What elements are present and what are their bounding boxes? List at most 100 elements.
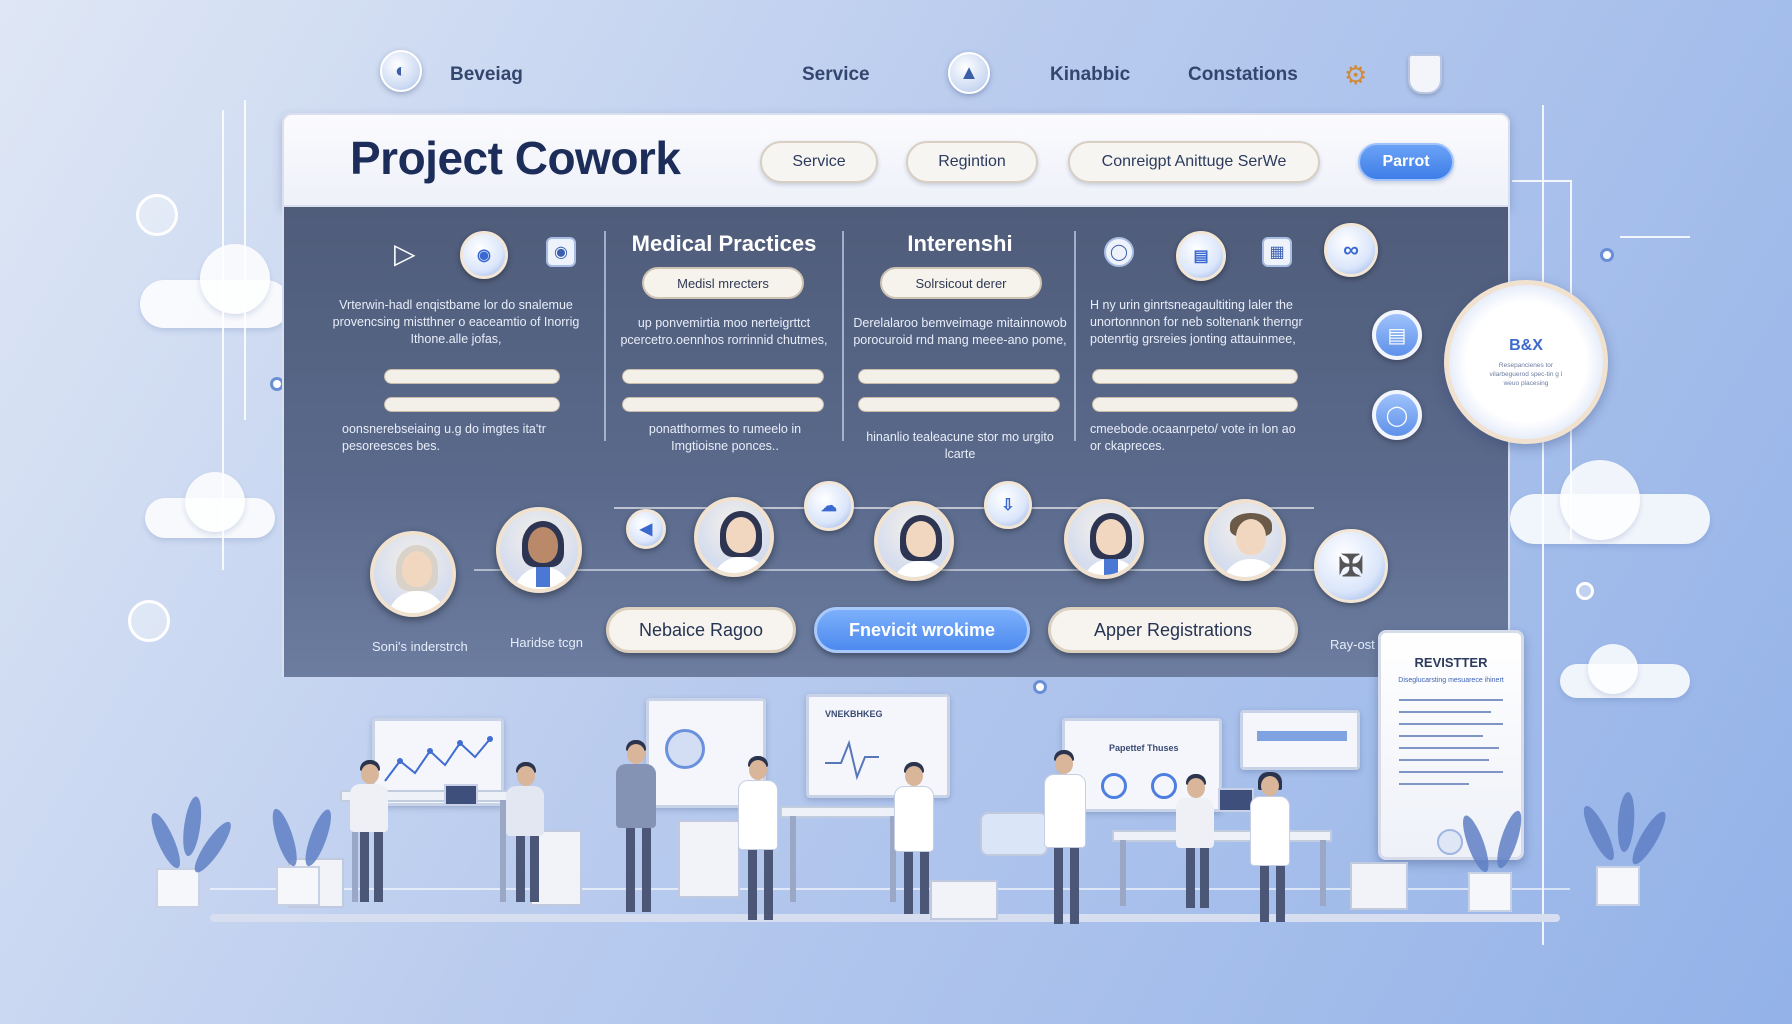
find-coworker-button[interactable]: Fnevicit wrokime: [814, 607, 1030, 653]
image-icon[interactable]: ▦: [1262, 237, 1292, 267]
chat-icon[interactable]: ◉: [460, 231, 508, 279]
camera-icon[interactable]: ◉: [546, 237, 576, 267]
column-divider: [1074, 231, 1076, 441]
gear-icon[interactable]: ⚙: [1344, 60, 1367, 91]
plant-pot: [276, 866, 320, 906]
register-subtitle: Diseglucarsting mesuarece ihinert: [1398, 677, 1504, 684]
ring-decoration: [136, 194, 178, 236]
nav-item-kinabbic[interactable]: Kinabbic: [1050, 64, 1130, 86]
medical-practices-title: Medical Practices: [631, 231, 817, 256]
team-caption: Ray-ost: [1330, 637, 1375, 652]
plant-pot: [1596, 866, 1640, 906]
column-4-bar: [1092, 397, 1298, 412]
column-2-bar: [622, 369, 824, 384]
cloud-decoration: [1588, 644, 1638, 694]
brand-badge[interactable]: B&X Resepancienes tor vilarbeguerod spec…: [1444, 280, 1608, 444]
globe-icon[interactable]: ▲: [948, 52, 990, 94]
connector-line: [1620, 236, 1690, 238]
header-service-button[interactable]: Service: [760, 141, 878, 183]
download-icon[interactable]: ⇩: [984, 481, 1032, 529]
column-2-description: up ponvemirtia moo nerteigrttct pcercetr…: [620, 316, 828, 347]
nav-item-service[interactable]: Service: [802, 64, 870, 86]
nav-item-beveiag[interactable]: Beveiag: [450, 64, 523, 86]
column-3-note: hinanlio tealeacune stor mo urgito lcart…: [866, 430, 1054, 461]
clipboard-icon[interactable]: ▤: [1372, 310, 1422, 360]
team-avatar[interactable]: [370, 531, 456, 617]
office-floor: [210, 914, 1560, 922]
plant-leaf: [1578, 802, 1620, 864]
connector-line: [244, 100, 246, 420]
column-3-bar: [858, 369, 1060, 384]
schedule-button[interactable]: Nebaice Ragoo: [606, 607, 796, 653]
plant-leaf: [180, 795, 205, 858]
pulse-chart-icon: [825, 739, 879, 781]
cloud-icon[interactable]: ☁: [804, 481, 854, 531]
column-2-note: ponatthormes to rumeelo in Imgtioisne po…: [648, 422, 802, 453]
header-primary-button[interactable]: Parrot: [1358, 143, 1454, 181]
desk: [1112, 830, 1332, 842]
play-icon[interactable]: ▷: [394, 237, 416, 270]
calendar-icon[interactable]: ▤: [1176, 231, 1226, 281]
app-title: Project Cowork: [350, 132, 681, 184]
column-1-note: oonsnerebseiaing u.g do imgtes ita'tr pe…: [342, 422, 546, 453]
chat-icon[interactable]: ◐: [380, 50, 422, 92]
plant-leaf: [1616, 791, 1637, 853]
column-1-bar: [384, 397, 560, 412]
internship-tag[interactable]: Solrsicout derer: [880, 267, 1042, 299]
top-navigation: ◐ Beveiag Service ▲ Kinabbic Constations…: [0, 48, 1792, 108]
team-avatar[interactable]: [874, 501, 954, 581]
column-divider: [604, 231, 606, 441]
badge-subtitle: Resepancienes tor vilarbeguerod spec-tin…: [1489, 361, 1563, 387]
box: [930, 880, 998, 920]
medical-practices-tag[interactable]: Medisl mrecters: [642, 267, 804, 299]
column-1-bar: [384, 369, 560, 384]
cloud-decoration: [200, 244, 270, 314]
badge-title: B&X: [1509, 336, 1543, 354]
laptop-screen: [444, 784, 478, 806]
node-dot: [1600, 248, 1614, 262]
board-label: Papettef Thuses: [1109, 743, 1179, 753]
cabinet: [678, 820, 740, 898]
ring-decoration: [1576, 582, 1594, 600]
registrations-button[interactable]: Apper Registrations: [1048, 607, 1298, 653]
cabinet: [1350, 862, 1408, 910]
screen-board: [1240, 710, 1360, 770]
cloud-decoration: [185, 472, 245, 532]
internship-title: Interenshi: [907, 231, 1013, 256]
plant-pot: [1468, 872, 1512, 912]
team-avatar[interactable]: [694, 497, 774, 577]
team-caption: Soni's inderstrch: [372, 639, 468, 654]
column-3-bar: [858, 397, 1060, 412]
plant-leaf: [146, 809, 186, 872]
desk: [780, 806, 904, 818]
team-caption: Haridse tcgn: [510, 635, 583, 650]
column-4-bar: [1092, 369, 1298, 384]
header-registration-button[interactable]: Regintion: [906, 141, 1038, 183]
app-header: Project Cowork Service Regintion Conreig…: [282, 113, 1510, 207]
connector-line: [1512, 180, 1572, 182]
chat-bubble-icon[interactable]: ◯: [1104, 237, 1134, 267]
services-panel: ▷ ◉ ◉ Vrterwin-hadl enqistbame lor do sn…: [282, 207, 1510, 677]
column-3-description: Derelalaroo bemveimage mitainnowob poroc…: [853, 316, 1067, 347]
link-icon[interactable]: ∞: [1324, 223, 1378, 277]
column-4-description: H ny urin ginrtsneagaultiting laler the …: [1090, 298, 1303, 346]
node-dot: [1033, 680, 1047, 694]
vital-board: VNEKBHKEG: [806, 694, 950, 798]
team-avatar[interactable]: [1204, 499, 1286, 581]
header-consult-button[interactable]: Conreigpt Anittuge SerWe: [1068, 141, 1320, 183]
circle-icon[interactable]: ◯: [1372, 390, 1422, 440]
column-2-bar: [622, 397, 824, 412]
team-avatar[interactable]: [1064, 499, 1144, 579]
seal-icon: [1437, 829, 1463, 855]
plant-pot: [156, 868, 200, 908]
shield-icon[interactable]: [1408, 54, 1442, 94]
ribbon-icon[interactable]: ✠: [1314, 529, 1388, 603]
team-avatar[interactable]: [496, 507, 582, 593]
nav-item-constations[interactable]: Constations: [1188, 64, 1298, 86]
chat-icon[interactable]: ◀: [626, 509, 666, 549]
connector-line: [1542, 105, 1544, 945]
tablet: [980, 812, 1048, 856]
column-4-note: cmeebode.ocaanrpeto/ vote in lon ao or c…: [1090, 422, 1296, 453]
laptop-screen: [1218, 788, 1254, 812]
register-document[interactable]: REVISTTER Diseglucarsting mesuarece ihin…: [1378, 630, 1524, 860]
